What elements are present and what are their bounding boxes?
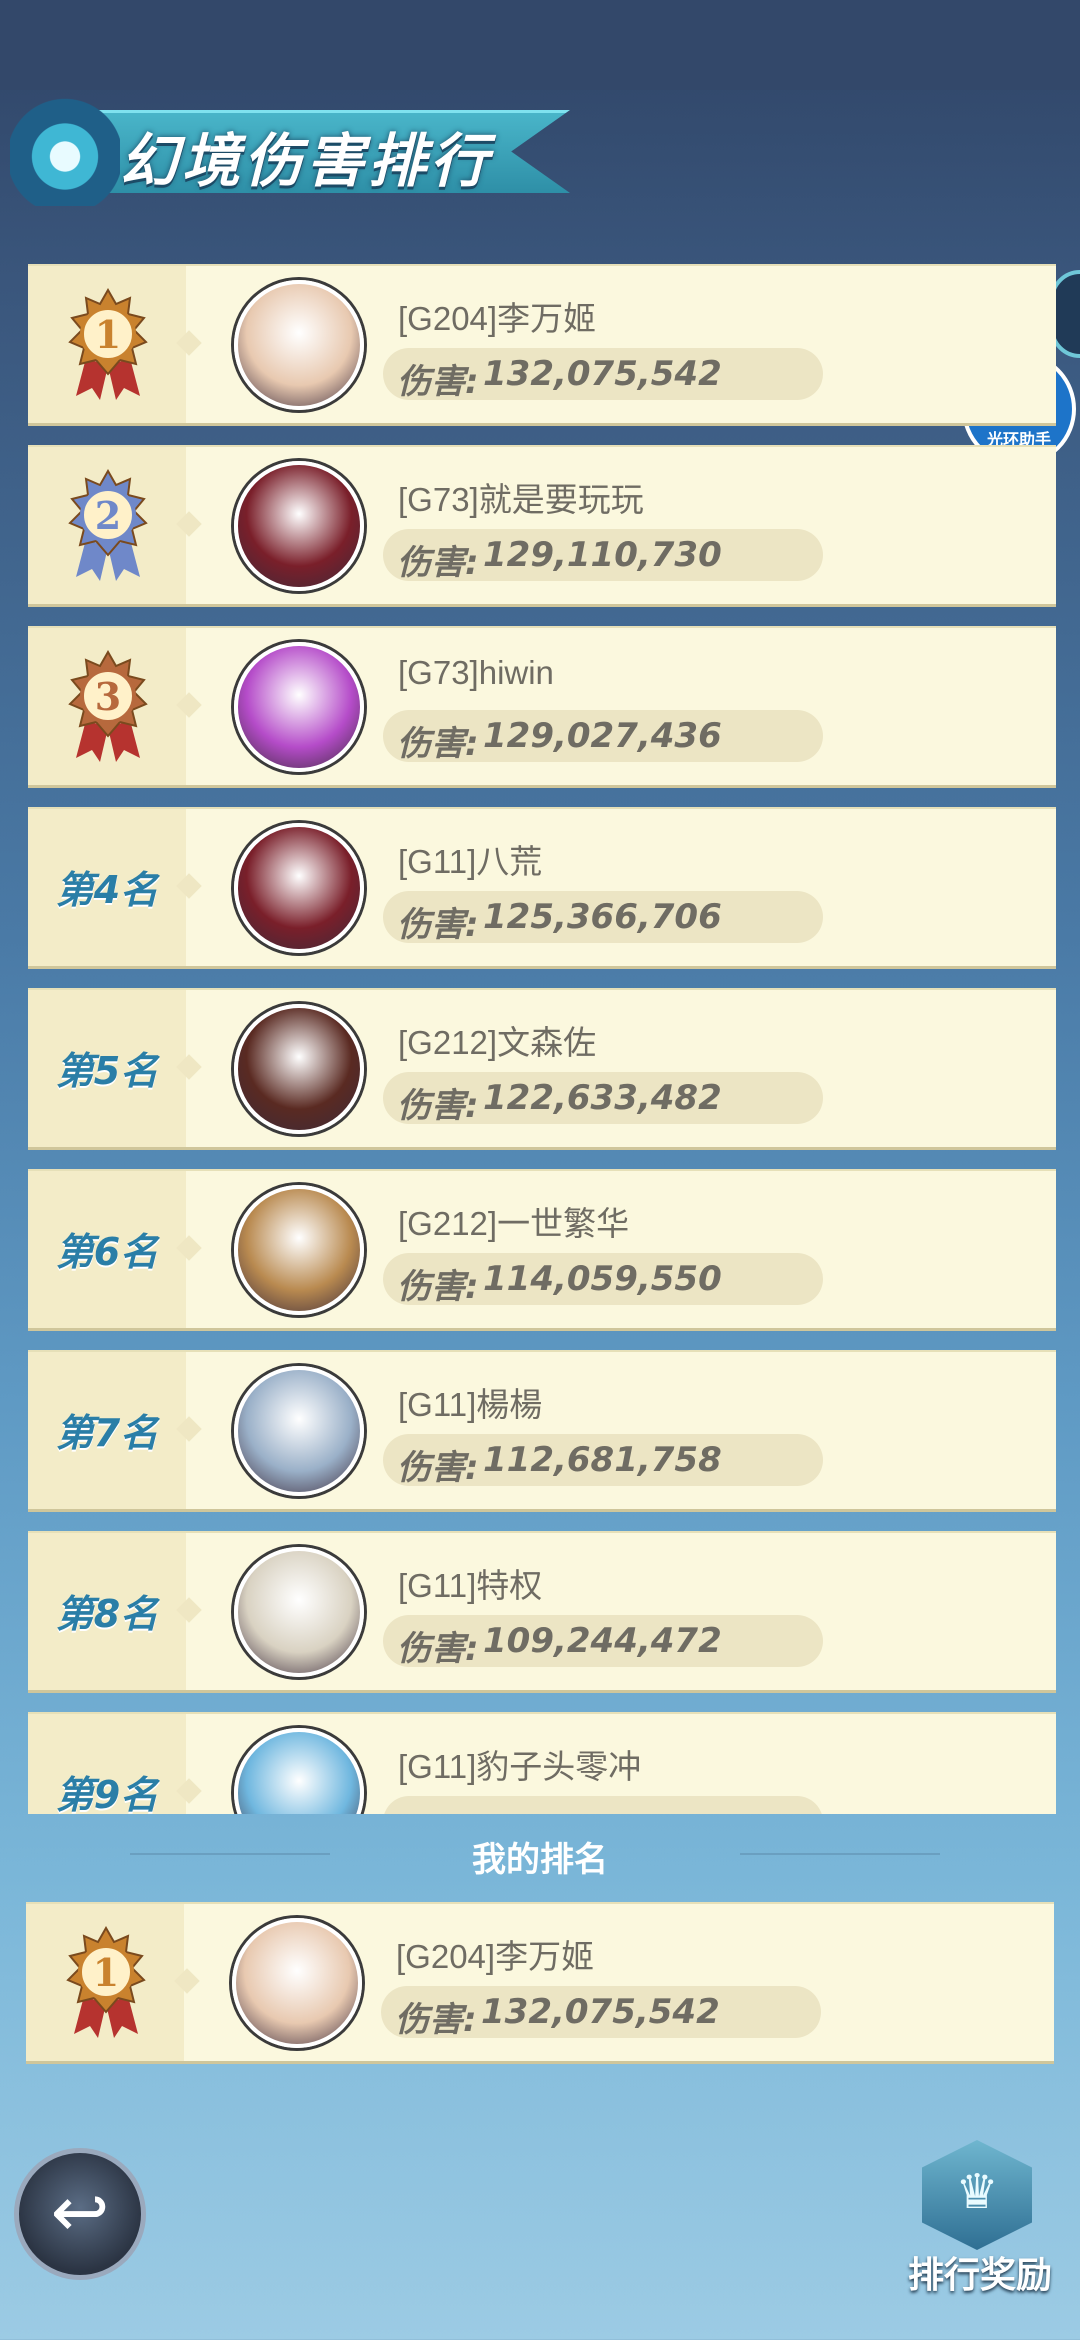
rank-label: 第9名: [55, 1773, 159, 1814]
damage-value: 112,681,758: [483, 1440, 722, 1480]
damage-label: 伤害:: [395, 2000, 477, 2040]
ranking-row[interactable]: 3 [G73]hiwin 伤害: 129,027,436: [28, 626, 1056, 788]
rank-label: 第5名: [55, 1049, 159, 1093]
ranking-row[interactable]: 第6名 [G212]一世繁华 伤害: 114,059,550: [28, 1169, 1056, 1331]
rank-label: 第6名: [55, 1230, 159, 1274]
player-avatar[interactable]: [232, 1918, 362, 2048]
ranking-row[interactable]: 第7名 [G11]楊楊 伤害: 112,681,758: [28, 1350, 1056, 1512]
my-ranking-row[interactable]: 1 [G204]李万姬 伤害: 132,075,542: [26, 1902, 1054, 2066]
player-name: [G73]hiwin: [398, 654, 554, 691]
rank-label: 第7名: [55, 1411, 159, 1455]
player-name: [G73]就是要玩玩: [398, 481, 644, 518]
damage-pill: 伤害: 125,366,706: [383, 891, 823, 945]
player-avatar[interactable]: [234, 1366, 364, 1496]
ranking-reward-button[interactable]: ♛ 排行奖励: [900, 2140, 1060, 2296]
ranking-row[interactable]: 2 [G73]就是要玩玩 伤害: 129,110,730: [28, 445, 1056, 607]
player-avatar[interactable]: [234, 1728, 364, 1814]
rank-medal-gold-icon: 1: [56, 1925, 156, 2038]
ranking-row[interactable]: 第5名 [G212]文森佐 伤害: 122,633,482: [28, 988, 1056, 1150]
player-name: [G11]楊楊: [398, 1386, 543, 1423]
rank-cell: 第4名: [28, 809, 186, 966]
svg-text:1: 1: [93, 1950, 119, 1995]
top-status-band: [0, 0, 1080, 90]
damage-value: 132,075,542: [481, 1992, 720, 2032]
damage-label: 伤害:: [397, 543, 479, 583]
player-name: [G11]豹子头零冲: [398, 1748, 642, 1785]
damage-value: 132,075,542: [483, 354, 722, 394]
svg-text:2: 2: [95, 493, 121, 538]
player-avatar[interactable]: [234, 1185, 364, 1315]
player-name: [G204]李万姬: [398, 300, 597, 337]
damage-value: 125,366,706: [483, 897, 722, 937]
svg-text:1: 1: [95, 312, 121, 357]
damage-pill: 伤害: 114,059,550: [383, 1253, 823, 1307]
rank-medal-bronze-icon: 3: [58, 649, 158, 762]
divider-right: [740, 1853, 940, 1855]
damage-label: 伤害:: [397, 1448, 479, 1488]
player-name: [G11]八荒: [398, 843, 543, 880]
reward-crown-icon: ♛: [922, 2140, 1032, 2250]
rank-cell: 第9名: [28, 1714, 186, 1814]
damage-pill: [383, 1796, 823, 1814]
player-name: [G204]李万姬: [396, 1938, 595, 1975]
back-button[interactable]: ↩: [14, 2148, 146, 2280]
player-avatar[interactable]: [234, 1004, 364, 1134]
rank-medal-silver-icon: 2: [58, 468, 158, 581]
rank-cell: 3: [28, 628, 186, 785]
damage-value: 114,059,550: [483, 1259, 722, 1299]
damage-pill: 伤害: 132,075,542: [383, 348, 823, 402]
damage-pill: 伤害: 112,681,758: [383, 1434, 823, 1488]
player-avatar[interactable]: [234, 642, 364, 772]
damage-value: 129,027,436: [483, 716, 722, 756]
damage-label: 伤害:: [397, 724, 479, 764]
rank-medal-gold-icon: 1: [58, 287, 158, 400]
damage-label: 伤害:: [397, 1086, 479, 1126]
player-avatar[interactable]: [234, 1547, 364, 1677]
rank-cell: 2: [28, 447, 186, 604]
damage-label: 伤害:: [397, 905, 479, 945]
player-name: [G212]文森佐: [398, 1024, 597, 1061]
damage-label: 伤害:: [397, 362, 479, 402]
page-title: 幻境伤害排行: [120, 127, 493, 195]
rank-cell: 第6名: [28, 1171, 186, 1328]
my-ranking-card[interactable]: 1 [G204]李万姬 伤害: 132,075,542: [26, 1902, 1054, 2064]
damage-label: 伤害:: [397, 1629, 479, 1669]
ranking-row[interactable]: 第8名 [G11]特权 伤害: 109,244,472: [28, 1531, 1056, 1693]
damage-label: 伤害:: [397, 1267, 479, 1307]
back-arrow-icon: ↩: [50, 2171, 110, 2253]
damage-value: 122,633,482: [483, 1078, 722, 1118]
rank-label: 第8名: [55, 1592, 159, 1636]
damage-pill: 伤害: 129,027,436: [383, 710, 823, 764]
player-avatar[interactable]: [234, 823, 364, 953]
damage-value: 129,110,730: [483, 535, 722, 575]
damage-value: 109,244,472: [483, 1621, 722, 1661]
ranking-reward-label: 排行奖励: [907, 2255, 1052, 2296]
ranking-row[interactable]: 第4名 [G11]八荒 伤害: 125,366,706: [28, 807, 1056, 969]
ranking-row[interactable]: 1 [G204]李万姬 伤害: 132,075,542: [28, 264, 1056, 426]
rank-cell: 第8名: [28, 1533, 186, 1690]
player-avatar[interactable]: [234, 280, 364, 410]
shield-emblem-icon: [10, 96, 120, 206]
damage-pill: 伤害: 122,633,482: [383, 1072, 823, 1126]
ranking-list[interactable]: 1 [G204]李万姬 伤害: 132,075,542 2 [G73]就是要玩玩…: [28, 264, 1056, 1814]
my-ranking-header: 我的排名: [0, 1824, 1080, 1884]
damage-pill: 伤害: 132,075,542: [381, 1986, 821, 2040]
player-avatar[interactable]: [234, 461, 364, 591]
rank-cell: 第7名: [28, 1352, 186, 1509]
rank-cell: 第5名: [28, 990, 186, 1147]
player-name: [G212]一世繁华: [398, 1205, 630, 1242]
rank-cell: 1: [26, 1904, 184, 2061]
ranking-row[interactable]: 第9名 [G11]豹子头零冲: [28, 1712, 1056, 1814]
svg-text:3: 3: [95, 674, 121, 719]
player-name: [G11]特权: [398, 1567, 543, 1604]
rank-cell: 1: [28, 266, 186, 423]
rank-label: 第4名: [55, 868, 159, 912]
damage-pill: 伤害: 109,244,472: [383, 1615, 823, 1669]
my-ranking-title: 我的排名: [472, 1840, 608, 1880]
damage-pill: 伤害: 129,110,730: [383, 529, 823, 583]
header-banner: 幻境伤害排行: [10, 96, 570, 206]
